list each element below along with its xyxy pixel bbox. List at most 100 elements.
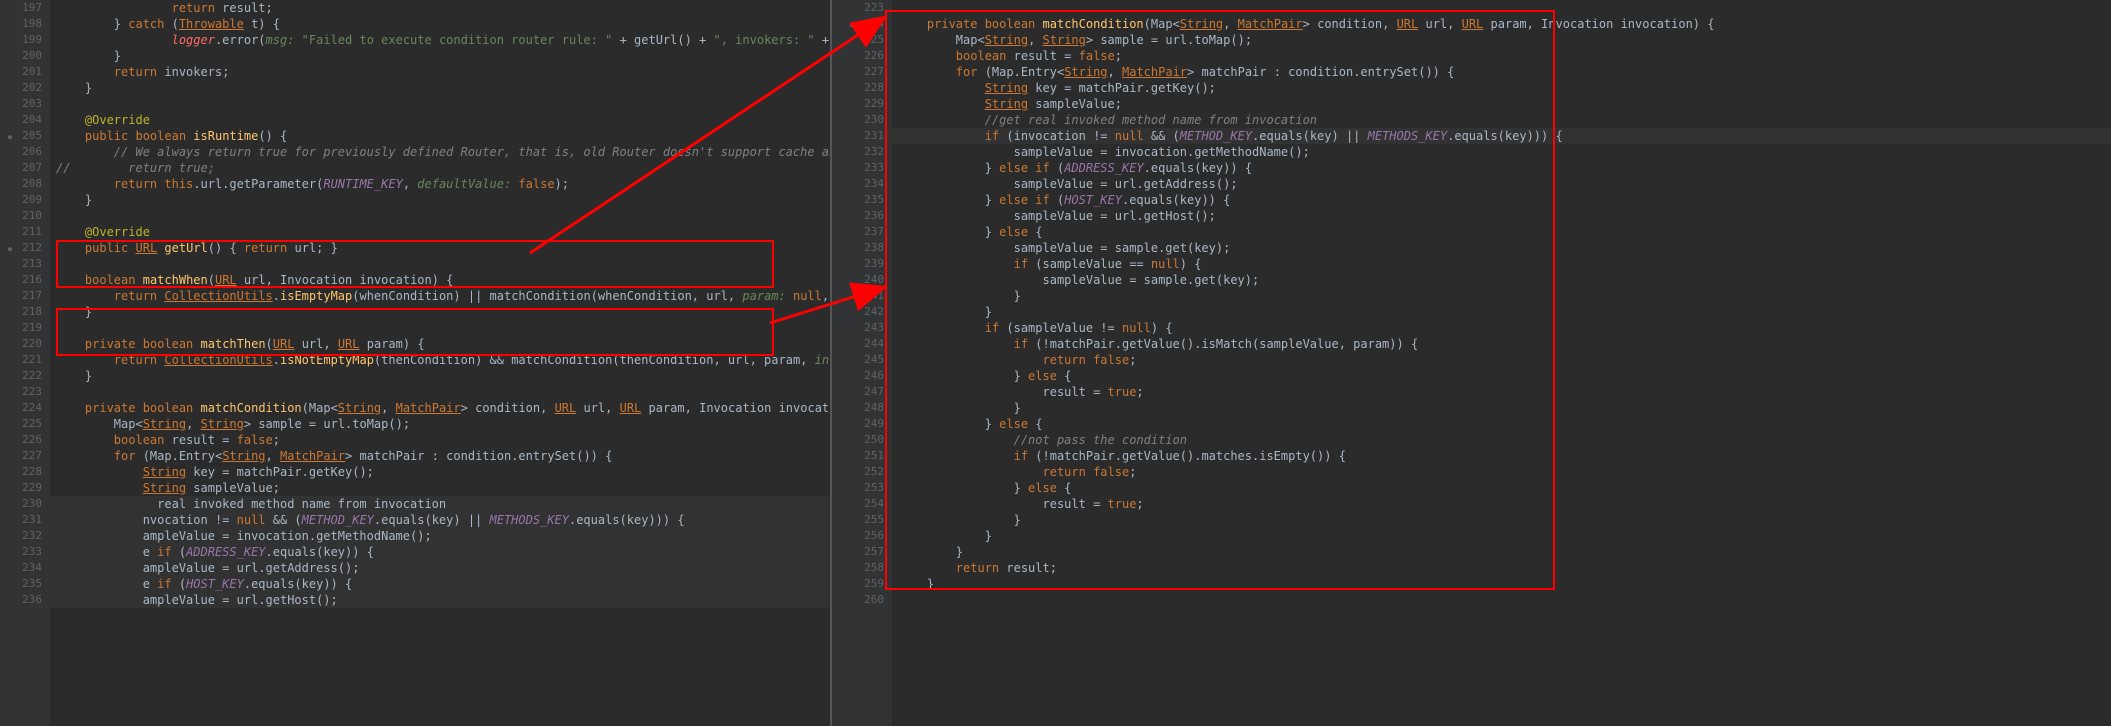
- line-number[interactable]: 199: [0, 32, 42, 48]
- line-number[interactable]: 258: [832, 560, 884, 576]
- line-number[interactable]: 224: [0, 400, 42, 416]
- line-number[interactable]: 248: [832, 400, 884, 416]
- code-line[interactable]: sampleValue = sample.get(key);: [892, 272, 2111, 288]
- line-number[interactable]: 202: [0, 80, 42, 96]
- line-number[interactable]: 210: [0, 208, 42, 224]
- code-left[interactable]: return result; } catch (Throwable t) { l…: [50, 0, 830, 608]
- editor-left-pane[interactable]: 1971981992002012022032042052062072082092…: [0, 0, 830, 726]
- line-number[interactable]: 224: [832, 16, 884, 32]
- line-number[interactable]: 259: [832, 576, 884, 592]
- line-number[interactable]: 243: [832, 320, 884, 336]
- code-line[interactable]: [50, 384, 830, 400]
- line-number[interactable]: 235: [0, 576, 42, 592]
- code-line[interactable]: String sampleValue;: [50, 480, 830, 496]
- code-line[interactable]: ampleValue = url.getAddress();: [50, 560, 830, 576]
- line-number[interactable]: 225: [0, 416, 42, 432]
- code-line[interactable]: String key = matchPair.getKey();: [50, 464, 830, 480]
- code-line[interactable]: //get real invoked method name from invo…: [892, 112, 2111, 128]
- line-number[interactable]: 233: [832, 160, 884, 176]
- code-line[interactable]: for (Map.Entry<String, MatchPair> matchP…: [50, 448, 830, 464]
- line-number[interactable]: 201: [0, 64, 42, 80]
- code-line[interactable]: //not pass the condition: [892, 432, 2111, 448]
- code-line[interactable]: [50, 208, 830, 224]
- code-line[interactable]: real invoked method name from invocation: [50, 496, 830, 512]
- line-number[interactable]: 225: [832, 32, 884, 48]
- line-number[interactable]: 219: [0, 320, 42, 336]
- code-line[interactable]: e if (HOST_KEY.equals(key)) {: [50, 576, 830, 592]
- code-line[interactable]: if (sampleValue != null) {: [892, 320, 2111, 336]
- code-line[interactable]: return CollectionUtils.isNotEmptyMap(the…: [50, 352, 830, 368]
- code-line[interactable]: ampleValue = invocation.getMethodName();: [50, 528, 830, 544]
- code-line[interactable]: }: [50, 80, 830, 96]
- line-number[interactable]: 208: [0, 176, 42, 192]
- line-number[interactable]: 226: [0, 432, 42, 448]
- code-line[interactable]: return result;: [892, 560, 2111, 576]
- line-number[interactable]: 221: [0, 352, 42, 368]
- line-number[interactable]: 245: [832, 352, 884, 368]
- code-line[interactable]: @Override: [50, 224, 830, 240]
- line-number[interactable]: 229: [0, 480, 42, 496]
- code-line[interactable]: return false;: [892, 464, 2111, 480]
- code-line[interactable]: sampleValue = url.getAddress();: [892, 176, 2111, 192]
- code-line[interactable]: String key = matchPair.getKey();: [892, 80, 2111, 96]
- line-number[interactable]: 218: [0, 304, 42, 320]
- code-line[interactable]: boolean result = false;: [50, 432, 830, 448]
- line-number[interactable]: 217: [0, 288, 42, 304]
- code-line[interactable]: }: [50, 304, 830, 320]
- code-line[interactable]: result = true;: [892, 496, 2111, 512]
- line-number[interactable]: 213: [0, 256, 42, 272]
- code-line[interactable]: if (sampleValue == null) {: [892, 256, 2111, 272]
- code-line[interactable]: sampleValue = sample.get(key);: [892, 240, 2111, 256]
- line-number[interactable]: 220: [0, 336, 42, 352]
- line-number[interactable]: 246: [832, 368, 884, 384]
- code-line[interactable]: private boolean matchCondition(Map<Strin…: [50, 400, 830, 416]
- code-line[interactable]: }: [892, 512, 2111, 528]
- code-line[interactable]: Map<String, String> sample = url.toMap()…: [892, 32, 2111, 48]
- line-number[interactable]: 227: [832, 64, 884, 80]
- line-number[interactable]: 241: [832, 288, 884, 304]
- line-number[interactable]: 205: [0, 128, 42, 144]
- line-number[interactable]: 260: [832, 592, 884, 608]
- line-number[interactable]: 247: [832, 384, 884, 400]
- line-number[interactable]: 203: [0, 96, 42, 112]
- line-number[interactable]: 226: [832, 48, 884, 64]
- line-number[interactable]: 256: [832, 528, 884, 544]
- line-number[interactable]: 237: [832, 224, 884, 240]
- line-number[interactable]: 234: [832, 176, 884, 192]
- code-line[interactable]: } else {: [892, 368, 2111, 384]
- code-line[interactable]: result = true;: [892, 384, 2111, 400]
- code-line[interactable]: public URL getUrl() { return url; }: [50, 240, 830, 256]
- line-number[interactable]: 223: [832, 0, 884, 16]
- code-line[interactable]: return result;: [50, 0, 830, 16]
- line-number[interactable]: 236: [832, 208, 884, 224]
- code-line[interactable]: // return true;: [50, 160, 830, 176]
- line-number[interactable]: 238: [832, 240, 884, 256]
- line-number[interactable]: 235: [832, 192, 884, 208]
- line-number[interactable]: 251: [832, 448, 884, 464]
- line-number[interactable]: 233: [0, 544, 42, 560]
- line-number[interactable]: 197: [0, 0, 42, 16]
- code-line[interactable]: [50, 320, 830, 336]
- line-number[interactable]: 230: [0, 496, 42, 512]
- line-number[interactable]: 249: [832, 416, 884, 432]
- code-line[interactable]: [892, 592, 2111, 608]
- line-number[interactable]: 228: [0, 464, 42, 480]
- code-line[interactable]: logger.error(msg: "Failed to execute con…: [50, 32, 830, 48]
- line-number[interactable]: 212: [0, 240, 42, 256]
- line-number[interactable]: 253: [832, 480, 884, 496]
- line-number[interactable]: 254: [832, 496, 884, 512]
- gutter-right[interactable]: 2232242252262272282292302312322332342352…: [832, 0, 892, 726]
- code-line[interactable]: } else {: [892, 416, 2111, 432]
- line-number[interactable]: 222: [0, 368, 42, 384]
- line-number[interactable]: 232: [832, 144, 884, 160]
- line-number[interactable]: 198: [0, 16, 42, 32]
- code-line[interactable]: sampleValue = invocation.getMethodName()…: [892, 144, 2111, 160]
- line-number[interactable]: 209: [0, 192, 42, 208]
- code-line[interactable]: }: [50, 48, 830, 64]
- line-number[interactable]: 206: [0, 144, 42, 160]
- code-line[interactable]: if (invocation != null && (METHOD_KEY.eq…: [892, 128, 2111, 144]
- line-number[interactable]: 232: [0, 528, 42, 544]
- line-number[interactable]: 231: [832, 128, 884, 144]
- code-line[interactable]: return false;: [892, 352, 2111, 368]
- line-number[interactable]: 204: [0, 112, 42, 128]
